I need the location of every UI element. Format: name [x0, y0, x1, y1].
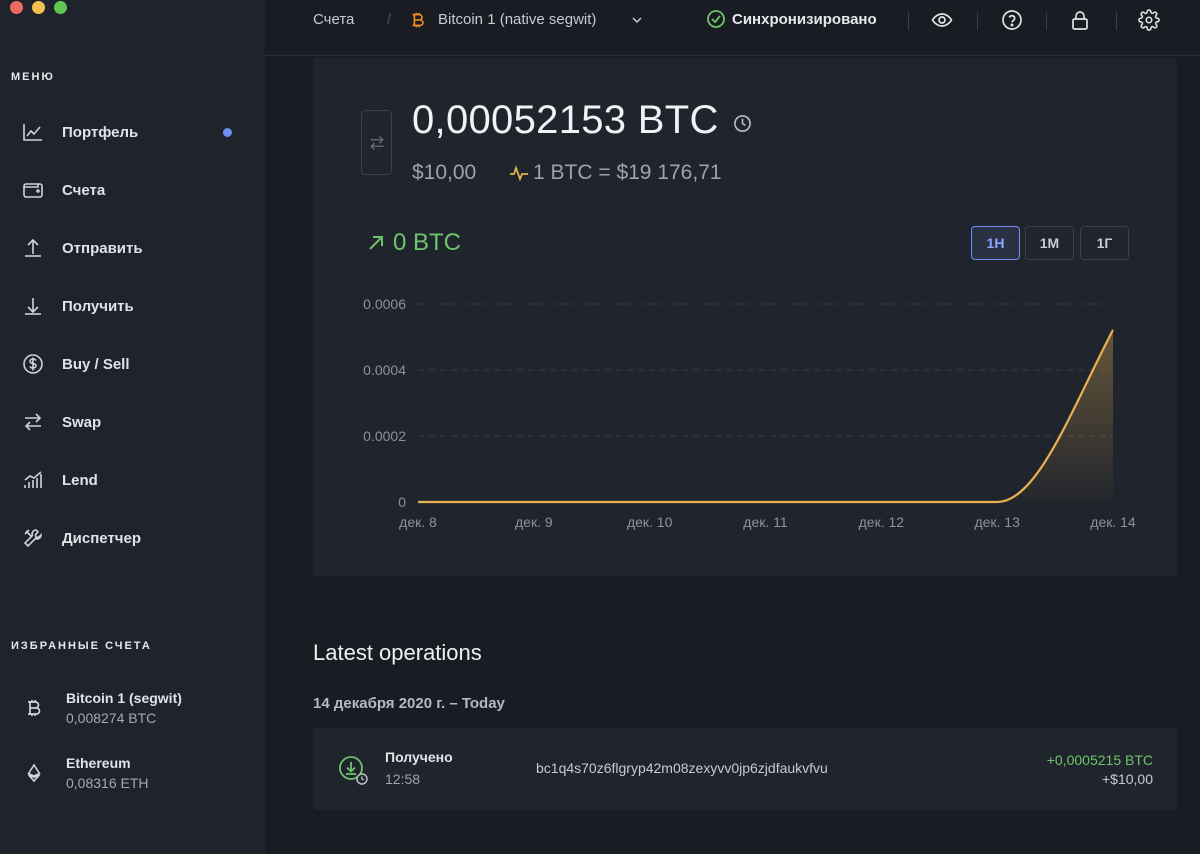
x-tick-label: дек. 11 — [743, 514, 788, 530]
sidebar-item-accounts[interactable]: Счета — [22, 175, 242, 205]
favorite-account-bitcoin[interactable]: Bitcoin 1 (segwit) 0,008274 BTC — [24, 690, 182, 726]
chart-area — [418, 329, 1113, 502]
sidebar-item-label: Swap — [62, 413, 102, 431]
maximize-window-button[interactable] — [54, 1, 67, 14]
lock-icon[interactable] — [1069, 9, 1091, 31]
operation-fiat-amount: +$10,00 — [1102, 771, 1153, 787]
operations-date-header: 14 декабря 2020 г. – Today — [313, 695, 505, 712]
account-balance: 0,00052153 BTC — [412, 98, 719, 142]
tools-icon — [23, 529, 42, 548]
exchange-rate-text: 1 BTC = $19 176,71 — [533, 161, 722, 184]
breadcrumb-accounts[interactable]: Счета — [313, 11, 354, 28]
latest-operations-title: Latest operations — [313, 640, 482, 665]
y-tick-label: 0.0006 — [363, 296, 406, 312]
currency-toggle-button[interactable] — [361, 110, 392, 175]
sidebar-item-label: Диспетчер — [62, 529, 142, 547]
y-tick-label: 0.0004 — [363, 362, 406, 378]
range-button-1w[interactable]: 1Н — [971, 226, 1020, 260]
balance-delta: 0 BTC — [367, 229, 461, 257]
fiat-balance: $10,00 — [412, 161, 477, 184]
sidebar-item-label: Отправить — [62, 239, 143, 257]
swap-icon — [24, 413, 42, 431]
pulse-icon — [510, 165, 528, 182]
sidebar-item-swap[interactable]: Swap — [22, 407, 242, 437]
chart-line — [418, 329, 1114, 504]
favorite-account-balance: 0,08316 ETH — [66, 775, 149, 791]
x-tick-label: дек. 13 — [974, 514, 1020, 530]
range-button-1m[interactable]: 1М — [1025, 226, 1074, 260]
arrow-up-right-icon — [369, 236, 383, 250]
minimize-window-button[interactable] — [32, 1, 45, 14]
y-tick-label: 0 — [398, 494, 406, 510]
divider — [1046, 12, 1047, 30]
wallet-icon — [23, 183, 43, 198]
breadcrumb-separator: / — [387, 11, 392, 28]
sidebar-item-label: Портфель — [62, 123, 139, 141]
topbar: Счета / Bitcoin 1 (native segwit) Синхро… — [265, 0, 1200, 56]
operation-row[interactable]: Получено 12:58 bc1q4s70z6flgryp42m08zexy… — [313, 728, 1177, 810]
sidebar-item-label: Buy / Sell — [62, 355, 130, 373]
sidebar-item-label: Получить — [62, 297, 134, 315]
x-tick-label: дек. 9 — [515, 514, 553, 530]
sidebar-item-lend[interactable]: Lend — [22, 465, 242, 495]
send-icon — [25, 238, 41, 257]
sidebar-item-receive[interactable]: Получить — [22, 291, 242, 321]
sidebar-item-send[interactable]: Отправить — [22, 233, 242, 263]
gear-icon[interactable] — [1138, 9, 1160, 31]
divider — [908, 12, 909, 30]
sidebar-item-buy-sell[interactable]: Buy / Sell — [22, 349, 242, 379]
sidebar-item-label: Счета — [62, 181, 106, 199]
received-icon — [339, 756, 368, 785]
bitcoin-icon — [412, 12, 424, 28]
clock-icon[interactable] — [733, 114, 752, 133]
chart-icon — [23, 124, 42, 141]
active-indicator-dot — [223, 128, 232, 137]
operation-address: bc1q4s70z6flgryp42m08zexyvv0jp6zjdfaukvf… — [536, 760, 828, 776]
favorite-account-balance: 0,008274 BTC — [66, 710, 157, 726]
balance-chart: 0.0006 0.0004 0.0002 0 дек. 8 дек. 9 дек. 10 д… — [363, 296, 1136, 530]
operation-time: 12:58 — [385, 771, 421, 787]
favorite-account-name: Bitcoin 1 (segwit) — [66, 690, 182, 706]
chevron-down-icon[interactable] — [631, 14, 643, 26]
favorites-label: ИЗБРАННЫЕ СЧЕТА — [11, 640, 152, 652]
check-circle-icon — [707, 10, 725, 28]
ethereum-icon — [27, 763, 41, 783]
x-tick-label: дек. 10 — [627, 514, 673, 530]
sidebar-item-label: Lend — [62, 471, 98, 489]
eye-icon[interactable] — [931, 9, 953, 31]
divider — [977, 12, 978, 30]
divider — [1116, 12, 1117, 30]
help-icon[interactable] — [1001, 9, 1023, 31]
range-button-1y[interactable]: 1Г — [1080, 226, 1129, 260]
close-window-button[interactable] — [10, 1, 23, 14]
x-tick-label: дек. 14 — [1090, 514, 1136, 530]
sidebar-item-portfolio[interactable]: Портфель — [22, 117, 242, 147]
sync-status: Синхронизировано — [732, 11, 877, 28]
y-tick-label: 0.0002 — [363, 428, 406, 444]
sidebar-item-manager[interactable]: Диспетчер — [22, 523, 242, 553]
swap-icon — [369, 135, 384, 150]
dollar-icon — [23, 354, 43, 374]
bitcoin-icon — [28, 700, 41, 716]
favorite-account-name: Ethereum — [66, 755, 131, 771]
favorite-account-ethereum[interactable]: Ethereum 0,08316 ETH — [24, 755, 149, 791]
x-tick-label: дек. 12 — [859, 514, 905, 530]
exchange-rate: 1 BTC = $19 176,71 — [509, 161, 722, 185]
operation-amount: +0,0005215 BTC — [1046, 752, 1153, 768]
balance-delta-text: 0 BTC — [393, 229, 462, 256]
window-controls — [10, 0, 67, 14]
x-tick-label: дек. 8 — [399, 514, 437, 530]
receive-icon — [25, 298, 41, 315]
lend-icon — [24, 471, 42, 488]
account-summary-card: 0,00052153 BTC $10,00 1 BTC = $19 176,71… — [313, 58, 1177, 576]
menu-label: МЕНЮ — [11, 71, 55, 83]
account-selector[interactable]: Bitcoin 1 (native segwit) — [438, 11, 596, 28]
sidebar: МЕНЮ Портфель Счета Отправить Получить B… — [0, 0, 265, 854]
operation-type: Получено — [385, 749, 453, 765]
